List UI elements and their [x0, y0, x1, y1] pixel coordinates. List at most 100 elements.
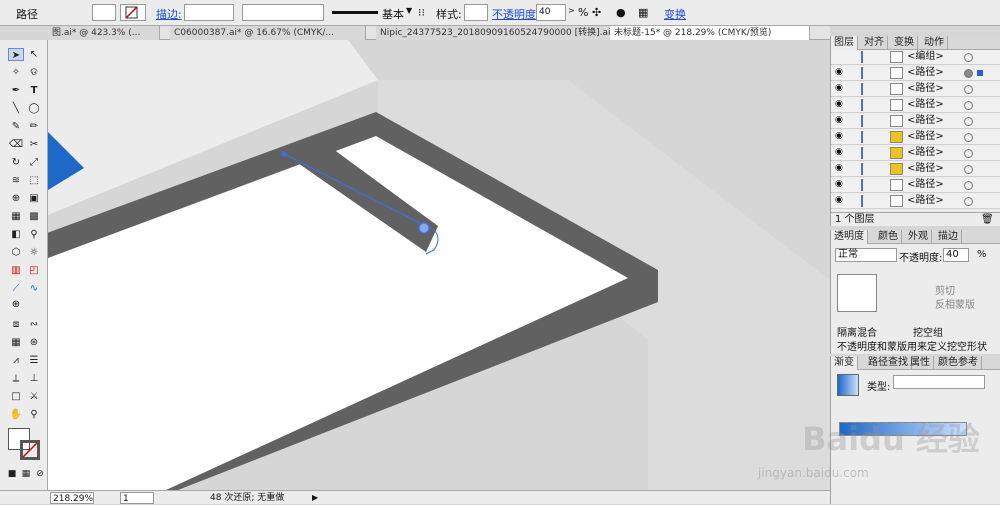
- eraser-icon[interactable]: ⌫: [8, 138, 24, 151]
- tab-color-guide[interactable]: 颜色参考: [935, 356, 982, 370]
- target-icon[interactable]: [964, 165, 973, 174]
- list-icon[interactable]: ☰: [26, 354, 42, 367]
- crosshair-icon[interactable]: ⊕: [8, 298, 24, 311]
- layer-row[interactable]: ◉ <路径>: [831, 114, 1000, 129]
- target-icon[interactable]: [964, 117, 973, 126]
- opacity-mask-checkbox-label[interactable]: 不透明度和蒙版用来定义挖空形状: [837, 338, 987, 353]
- tab-transform[interactable]: 变换: [891, 36, 918, 50]
- magic-wand-icon[interactable]: ✧: [8, 66, 24, 79]
- tab-color[interactable]: 颜色: [875, 230, 902, 244]
- align-icon[interactable]: ▦: [638, 6, 648, 19]
- variable-width-select[interactable]: [242, 4, 324, 21]
- layer-row[interactable]: ◉ <路径>: [831, 66, 1000, 81]
- eyedropper-icon[interactable]: ⚲: [26, 228, 42, 241]
- transform-link[interactable]: 变换: [664, 6, 686, 22]
- hand-tool-icon[interactable]: ✋: [8, 408, 24, 421]
- grid-icon[interactable]: ▦: [8, 336, 24, 349]
- chevron-down-icon[interactable]: ▼: [406, 6, 412, 15]
- scale-tool-icon[interactable]: ⤢: [26, 156, 42, 169]
- none-mode-icon[interactable]: ⊘: [32, 468, 48, 481]
- selection-tool-icon[interactable]: ➤: [8, 48, 24, 61]
- column-graph-icon[interactable]: ▥: [8, 264, 24, 277]
- paintbrush-icon[interactable]: ✎: [8, 120, 24, 133]
- blend-mode-select[interactable]: 正常: [835, 248, 897, 262]
- stroke-link[interactable]: 描边:: [156, 6, 182, 22]
- curvature-icon[interactable]: ∿: [26, 282, 42, 295]
- mesh-tool-icon[interactable]: ▩: [26, 210, 42, 223]
- globe-icon[interactable]: ●: [616, 6, 626, 19]
- tab-stroke[interactable]: 描边: [935, 230, 962, 244]
- anchor-point-start[interactable]: [281, 151, 287, 157]
- eye-icon[interactable]: ◉: [835, 195, 844, 206]
- knife-icon[interactable]: ⚔: [26, 390, 42, 403]
- anchor-point-end[interactable]: [418, 222, 430, 234]
- artboard-number-field[interactable]: 1: [120, 492, 154, 504]
- eye-icon[interactable]: ◉: [835, 131, 844, 142]
- eye-icon[interactable]: ◉: [835, 163, 844, 174]
- artboard-tool-icon[interactable]: ◰: [26, 264, 42, 277]
- chevron-right-icon[interactable]: >: [568, 6, 575, 15]
- delete-layer-icon[interactable]: 🗑: [981, 213, 994, 226]
- layer-row[interactable]: ◉ <路径>: [831, 82, 1000, 97]
- arrange-icon[interactable]: ⁝⁝: [418, 6, 425, 19]
- graphic-style-swatch[interactable]: [464, 4, 488, 21]
- invert-mask-checkbox-label[interactable]: 反相蒙版: [935, 296, 975, 311]
- tab-attributes[interactable]: 属性: [907, 356, 934, 370]
- tab-layers[interactable]: 图层: [831, 36, 858, 50]
- opacity-link[interactable]: 不透明度: [492, 6, 536, 22]
- chart-line-icon[interactable]: ⩘: [8, 354, 24, 367]
- gradient-tool-icon[interactable]: ◧: [8, 228, 24, 241]
- layer-row[interactable]: ◉ <路径>: [831, 130, 1000, 145]
- eye-icon[interactable]: ◉: [835, 179, 844, 190]
- layer-row[interactable]: ◉ <路径>: [831, 146, 1000, 161]
- target-icon[interactable]: [964, 197, 973, 206]
- type-tool-icon[interactable]: T: [26, 84, 42, 97]
- layer-row[interactable]: ◉ <路径>: [831, 178, 1000, 193]
- target-icon[interactable]: [964, 69, 973, 78]
- scissors-icon[interactable]: ✂: [26, 138, 42, 151]
- layer-row[interactable]: ◉ <路径>: [831, 194, 1000, 209]
- eye-icon[interactable]: ◉: [835, 99, 844, 110]
- eye-icon[interactable]: ◉: [835, 115, 844, 126]
- eye-icon[interactable]: ◉: [835, 83, 844, 94]
- pencil-icon[interactable]: ✏: [26, 120, 42, 133]
- direct-selection-tool-icon[interactable]: ↖: [26, 48, 42, 61]
- zoom-field[interactable]: 218.29%: [50, 492, 94, 504]
- target-icon[interactable]: [964, 149, 973, 158]
- target-icon[interactable]: [964, 181, 973, 190]
- wave-icon[interactable]: ∾: [26, 318, 42, 331]
- mask-thumbnail[interactable]: [837, 274, 877, 312]
- opacity-input[interactable]: 40: [536, 4, 566, 21]
- stroke-swatch[interactable]: [120, 4, 146, 21]
- free-transform-icon[interactable]: ⬚: [26, 174, 42, 187]
- knockout-group-checkbox-label[interactable]: 挖空组: [913, 324, 943, 339]
- tab-document-active[interactable]: 未标题-15* @ 218.29% (CMYK/预览): [610, 26, 810, 40]
- eye-icon[interactable]: ◉: [835, 67, 844, 78]
- ellipse-tool-icon[interactable]: ◯: [26, 102, 42, 115]
- stroke-weight-input[interactable]: [184, 4, 234, 21]
- target-icon[interactable]: [964, 53, 973, 62]
- layer-row[interactable]: ◉ <路径>: [831, 162, 1000, 177]
- opacity-value-input[interactable]: 40: [943, 248, 969, 262]
- tab-document-3[interactable]: Nipic_24377523_20180909160524790000 [转换]…: [376, 26, 644, 40]
- shape-builder-icon[interactable]: ⊕: [8, 192, 24, 205]
- zoom-tool-icon[interactable]: ⚲: [26, 408, 42, 421]
- status-menu-arrow-icon[interactable]: ▶: [312, 492, 318, 504]
- gradient-type-select[interactable]: [893, 375, 985, 389]
- eye-icon[interactable]: ◉: [835, 147, 844, 158]
- target-icon[interactable]: [964, 85, 973, 94]
- tab-document-2[interactable]: C06000387.ai* @ 16.67% (CMYK/...: [170, 26, 366, 40]
- target-icon[interactable]: [964, 133, 973, 142]
- stroke-color-swatch[interactable]: [20, 440, 40, 460]
- tab-gradient[interactable]: 渐变: [831, 356, 858, 370]
- slice-tool-icon[interactable]: ⟋: [8, 282, 24, 295]
- envelope-icon[interactable]: ⧈: [8, 318, 24, 331]
- tab-align[interactable]: 对齐: [861, 36, 888, 50]
- layer-row[interactable]: <编组>: [831, 50, 1000, 65]
- tab-pathfinder[interactable]: 路径查找: [865, 356, 912, 370]
- target-icon[interactable]: [964, 101, 973, 110]
- isolate-blending-checkbox-label[interactable]: 隔离混合: [837, 324, 877, 339]
- fill-swatch[interactable]: [92, 4, 116, 21]
- clip-checkbox-label[interactable]: 剪切: [935, 282, 955, 297]
- tab-transparency[interactable]: 透明度: [831, 230, 868, 244]
